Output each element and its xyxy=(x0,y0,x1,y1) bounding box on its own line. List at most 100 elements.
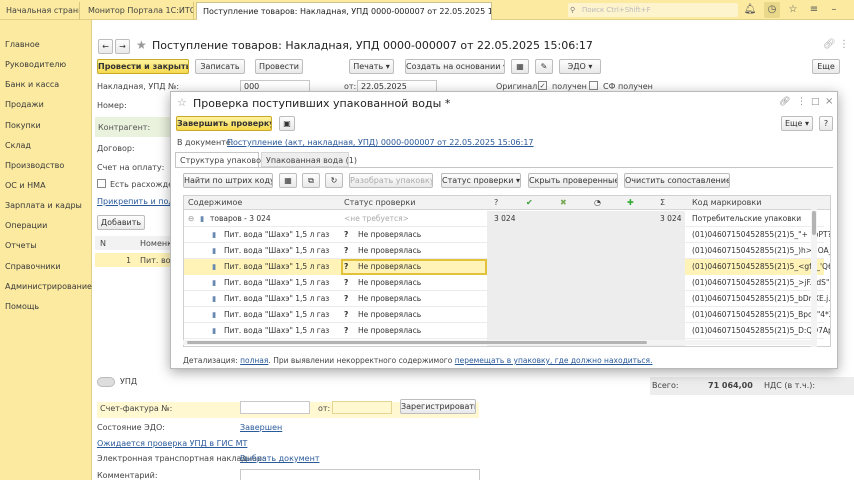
star-icon[interactable]: ☆ xyxy=(177,96,187,109)
table-row[interactable]: ▮ Пит. вода "Шахэ" 1,5 л газ? Не проверяла… xyxy=(184,259,830,275)
row-status: Не проверялась xyxy=(358,326,422,335)
question-icon: ? xyxy=(344,278,349,287)
received-label: получен xyxy=(552,82,587,91)
edo-state-link[interactable]: Завершен xyxy=(240,423,282,432)
check-status-button[interactable]: Статус проверки ▾ xyxy=(441,173,521,188)
favorite-star-icon[interactable]: ★ xyxy=(136,38,147,52)
move-to-package-link[interactable]: перемещать в упаковку, где должно находи… xyxy=(455,356,653,365)
hide-checked-button[interactable]: Скрыть проверенные xyxy=(528,173,618,188)
table-row[interactable]: ▮ Пит. вода "Шахэ" 1,5 л газ? Не проверяла… xyxy=(184,323,830,339)
help-button[interactable]: ? xyxy=(819,116,833,131)
question-icon: ? xyxy=(344,326,349,335)
forward-button[interactable]: → xyxy=(115,39,130,54)
error-icon: ✖ xyxy=(560,198,567,207)
link-icon[interactable]: 🔗︎ xyxy=(823,39,836,50)
table-row-group[interactable]: ⊖ ▮ товаров - 3 024 <не требуется> 3 024… xyxy=(184,211,824,227)
upd-toggle[interactable] xyxy=(97,377,115,387)
tab-package-structure[interactable]: Структура упаковок xyxy=(175,152,266,167)
sidebar-item-help[interactable]: Помощь xyxy=(5,302,39,311)
tab-its-monitor[interactable]: Монитор Портала 1С:ИТС xyxy=(82,2,194,20)
search-input[interactable]: ⚲ Поиск Ctrl+Shift+F xyxy=(568,3,738,17)
sidebar-item-reports[interactable]: Отчеты xyxy=(5,241,37,250)
table-row[interactable]: ▮ Пит. вода "Шахэ" 1,5 л газ? Не проверяла… xyxy=(184,291,830,307)
sidebar-item-warehouse[interactable]: Склад xyxy=(5,141,31,150)
check-upd-link[interactable]: Ожидается проверка УПД в ГИС МТ xyxy=(97,439,247,448)
sidebar-item-operations[interactable]: Операции xyxy=(5,221,47,230)
table-row[interactable]: ▮ Пит. вода "Шахэ" 1,5 л газ? Не проверяла… xyxy=(184,243,830,259)
received-checkbox[interactable]: ✓ xyxy=(538,81,547,90)
maximize-icon[interactable]: □ xyxy=(811,97,820,107)
menu-icon[interactable]: ≡ xyxy=(806,2,822,18)
sf-received-checkbox[interactable] xyxy=(589,81,598,90)
tab-home[interactable]: Начальная страница xyxy=(0,2,80,20)
star-icon[interactable]: ☆ xyxy=(785,2,801,18)
number-label: Номер: xyxy=(97,101,127,110)
status-cell-focus[interactable] xyxy=(341,259,487,275)
search-icon: ⚲ xyxy=(570,6,576,14)
table-row[interactable]: ▮ Пит. вода "Шахэ" 1,5 л газ? Не проверяла… xyxy=(184,227,830,243)
sidebar-item-manager[interactable]: Руководителю xyxy=(5,60,66,69)
clear-match-button[interactable]: Очистить сопоставление xyxy=(624,173,730,188)
tab-packed-water[interactable]: Упакованная вода (1) xyxy=(261,152,357,167)
sidebar-item-main[interactable]: Главное xyxy=(5,40,40,49)
row-name: Пит. вода "Шахэ" 1,5 л газ xyxy=(224,294,330,303)
save-button[interactable]: Записать xyxy=(195,59,245,74)
link-icon[interactable]: 🔗︎ xyxy=(779,97,790,107)
more-button[interactable]: Еще ▾ xyxy=(781,116,813,131)
post-button[interactable]: Провести xyxy=(255,59,303,74)
minimize-icon[interactable]: – xyxy=(826,2,842,18)
sidebar-item-purchases[interactable]: Покупки xyxy=(5,121,41,130)
scrollbar-thumb[interactable] xyxy=(812,211,816,235)
table-icon[interactable]: ▦ xyxy=(511,59,529,74)
finish-check-button[interactable]: Завершить проверку xyxy=(176,116,272,131)
split-package-button[interactable]: Разобрать упаковку xyxy=(349,173,433,188)
sf-number-field[interactable] xyxy=(240,401,310,414)
attach-icon[interactable]: ✎ xyxy=(535,59,553,74)
counterparty-label: Контрагент: xyxy=(98,123,151,132)
sf-date-field[interactable] xyxy=(332,401,392,414)
find-by-barcode-button[interactable]: Найти по штрих коду xyxy=(183,173,273,188)
hscroll-thumb[interactable] xyxy=(187,341,647,344)
sidebar-item-directories[interactable]: Справочники xyxy=(5,262,61,271)
sidebar-item-payroll[interactable]: Зарплата и кадры xyxy=(5,201,82,210)
bell-icon[interactable]: 🔔︎ xyxy=(742,2,758,18)
register-button[interactable]: Зарегистрировать xyxy=(400,399,476,414)
create-base-button[interactable]: Создать на основании ▾ xyxy=(405,59,505,74)
select-document-link[interactable]: Выбрать документ xyxy=(240,454,319,463)
refresh-icon[interactable]: ↻ xyxy=(325,173,343,188)
scrollbar-vertical[interactable] xyxy=(811,209,817,347)
history-icon[interactable]: ◷ xyxy=(764,2,780,18)
table-row[interactable]: ▮ Пит. вода "Шахэ" 1,5 л газ? Не проверяла… xyxy=(184,275,830,291)
package-check-dialog: ☆ Проверка поступивших упакованной воды … xyxy=(170,91,838,369)
table-header: Содержимое Статус проверки ? ✔ ✖ ◔ ✚ Σ К… xyxy=(184,196,830,210)
detail-full-link[interactable]: полная xyxy=(240,356,268,365)
comment-field[interactable] xyxy=(240,469,480,480)
edo-button[interactable]: ЭДО ▾ xyxy=(559,59,601,74)
scrollbar-horizontal[interactable] xyxy=(183,340,813,345)
more-icon[interactable]: ⋮ xyxy=(839,39,849,50)
more-icon[interactable]: ⋮ xyxy=(797,97,806,107)
post-close-button[interactable]: Провести и закрыть xyxy=(97,59,189,74)
col-count-header: ? xyxy=(494,198,499,207)
sidebar-item-sales[interactable]: Продажи xyxy=(5,100,44,109)
sidebar-item-admin[interactable]: Администрирование xyxy=(5,282,92,291)
discrepancy-checkbox[interactable] xyxy=(97,179,106,188)
sidebar-item-assets[interactable]: ОС и НМА xyxy=(5,181,46,190)
question-icon: ? xyxy=(344,310,349,319)
more-button[interactable]: Еще xyxy=(812,59,840,74)
table-row[interactable]: ▮ Пит. вода "Шахэ" 1,5 л газ? Не проверяла… xyxy=(184,307,830,323)
print-button[interactable]: Печать ▾ xyxy=(349,59,394,74)
pending-icon: ◔ xyxy=(594,198,601,207)
close-icon[interactable]: × xyxy=(825,96,833,107)
sidebar-item-production[interactable]: Производство xyxy=(5,161,64,170)
collapse-icon[interactable]: ⊖ xyxy=(188,211,194,227)
group-count: 3 024 xyxy=(494,214,516,223)
scan-icon[interactable]: ⧉ xyxy=(302,173,320,188)
add-button[interactable]: Добавить xyxy=(97,215,145,230)
grid-icon[interactable]: ▦ xyxy=(279,173,297,188)
tab-receipt-doc[interactable]: Поступление товаров: Накладная, УПД 0000… xyxy=(196,2,492,20)
back-button[interactable]: ← xyxy=(98,39,113,54)
save-icon[interactable]: ▣ xyxy=(279,116,295,131)
source-document-link[interactable]: Поступление (акт, накладная, УПД) 0000-0… xyxy=(227,138,534,147)
sidebar-item-bank[interactable]: Банк и касса xyxy=(5,80,59,89)
